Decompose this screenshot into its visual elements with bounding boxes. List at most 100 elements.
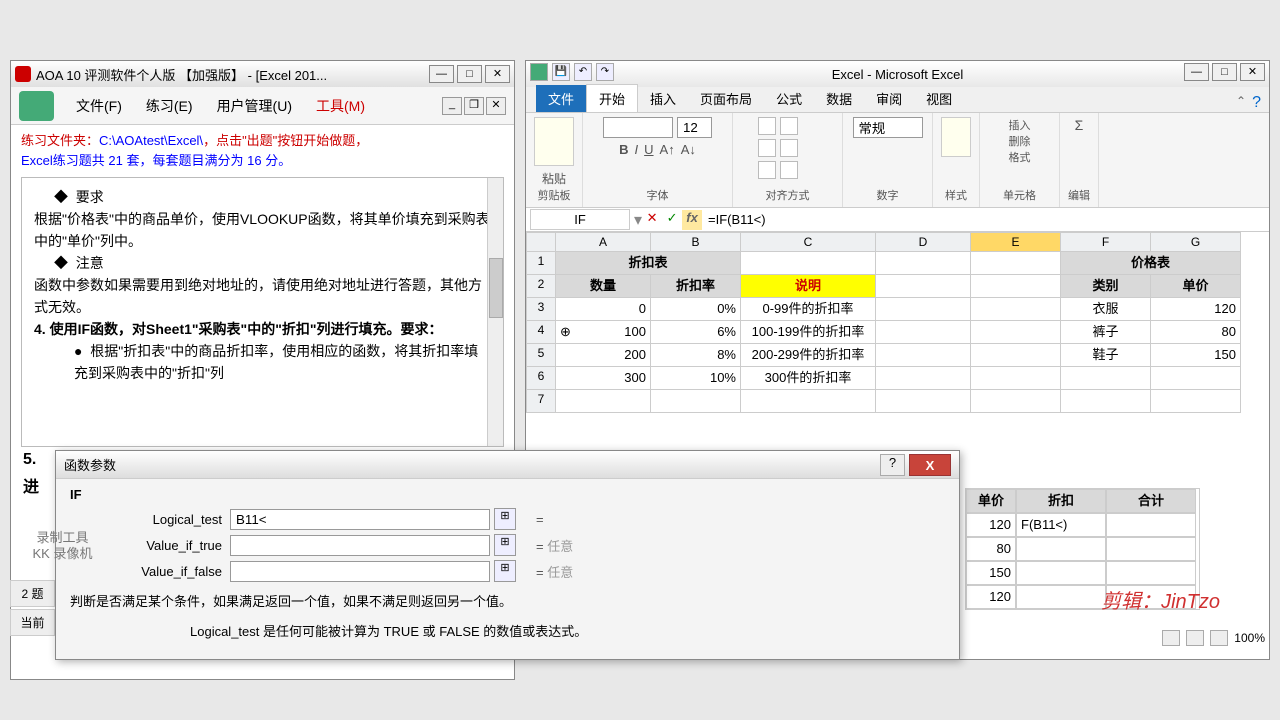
tab-data[interactable]: 数据 xyxy=(814,85,864,112)
name-box[interactable]: IF xyxy=(530,209,630,230)
cell-C3[interactable]: 0-99件的折扣率 xyxy=(741,298,876,321)
qat-save-icon[interactable]: 💾 xyxy=(552,63,570,81)
menu-file[interactable]: 文件(F) xyxy=(64,92,134,120)
side-tab-current[interactable]: 当前 xyxy=(10,609,55,636)
cell-C2[interactable]: 说明 xyxy=(741,275,876,298)
view-break-icon[interactable] xyxy=(1210,630,1228,646)
excel-close-button[interactable]: ✕ xyxy=(1240,63,1265,81)
dialog-close-button[interactable]: X xyxy=(909,454,951,476)
cell-B7[interactable] xyxy=(651,390,741,413)
lp-r2c1[interactable]: 80 xyxy=(966,537,1016,561)
tab-home[interactable]: 开始 xyxy=(586,84,638,112)
menu-user[interactable]: 用户管理(U) xyxy=(205,92,304,120)
aoa-close-button[interactable]: ✕ xyxy=(485,65,510,83)
row-2[interactable]: 2 xyxy=(526,275,556,298)
tab-layout[interactable]: 页面布局 xyxy=(688,85,764,112)
refedit-value-true[interactable]: ⊞ xyxy=(494,534,516,556)
cell-B5[interactable]: 8% xyxy=(651,344,741,367)
cell-D2[interactable] xyxy=(876,275,971,298)
view-layout-icon[interactable] xyxy=(1186,630,1204,646)
align-top-icon[interactable] xyxy=(758,117,776,135)
cell-F7[interactable] xyxy=(1061,390,1151,413)
col-G[interactable]: G xyxy=(1151,232,1241,252)
cell-E4[interactable] xyxy=(971,321,1061,344)
aoa-scrollbar[interactable] xyxy=(487,178,503,446)
cell-B4[interactable]: 6% xyxy=(651,321,741,344)
lp-r1c2[interactable]: F(B11<) xyxy=(1016,513,1106,537)
number-format-select[interactable] xyxy=(853,117,923,138)
side-tab-2[interactable]: 2 题 xyxy=(10,580,55,607)
aoa-maximize-button[interactable]: □ xyxy=(457,65,482,83)
row-3[interactable]: 3 xyxy=(526,298,556,321)
lp-r1c3[interactable] xyxy=(1106,513,1196,537)
formula-input[interactable] xyxy=(702,210,1269,229)
view-normal-icon[interactable] xyxy=(1162,630,1180,646)
cell-A2[interactable]: 数量 xyxy=(556,275,651,298)
cell-C4[interactable]: 100-199件的折扣率 xyxy=(741,321,876,344)
cell-E1[interactable] xyxy=(971,252,1061,275)
ribbon-minimize-icon[interactable]: ⌃ xyxy=(1236,94,1246,112)
tab-formula[interactable]: 公式 xyxy=(764,85,814,112)
row-7[interactable]: 7 xyxy=(526,390,556,413)
cell-D4[interactable] xyxy=(876,321,971,344)
cell-E2[interactable] xyxy=(971,275,1061,298)
input-logical-test[interactable] xyxy=(230,509,490,530)
aoa-child-restore[interactable]: ❐ xyxy=(464,97,484,115)
tab-insert[interactable]: 插入 xyxy=(638,85,688,112)
cells-delete[interactable]: 删除 xyxy=(1009,133,1031,149)
cell-G2[interactable]: 单价 xyxy=(1151,275,1241,298)
col-A[interactable]: A xyxy=(556,232,651,252)
cell-F5[interactable]: 鞋子 xyxy=(1061,344,1151,367)
col-C[interactable]: C xyxy=(741,232,876,252)
lp-r2c3[interactable] xyxy=(1106,537,1196,561)
lp-r3c1[interactable]: 150 xyxy=(966,561,1016,585)
excel-minimize-button[interactable]: — xyxy=(1184,63,1209,81)
cell-E6[interactable] xyxy=(971,367,1061,390)
styles-button[interactable] xyxy=(941,117,971,157)
cells-format[interactable]: 格式 xyxy=(1009,149,1031,165)
cell-E7[interactable] xyxy=(971,390,1061,413)
cell-D7[interactable] xyxy=(876,390,971,413)
col-F[interactable]: F xyxy=(1061,232,1151,252)
row-5[interactable]: 5 xyxy=(526,344,556,367)
paste-button[interactable] xyxy=(534,117,574,166)
aoa-child-minimize[interactable]: _ xyxy=(442,97,462,115)
input-value-false[interactable] xyxy=(230,561,490,582)
cell-C5[interactable]: 200-299件的折扣率 xyxy=(741,344,876,367)
aoa-minimize-button[interactable]: — xyxy=(429,65,454,83)
font-shrink-icon[interactable]: A↓ xyxy=(681,142,696,157)
cell-F4[interactable]: 裤子 xyxy=(1061,321,1151,344)
lp-h1[interactable]: 单价 xyxy=(966,489,1016,513)
cell-D6[interactable] xyxy=(876,367,971,390)
align-mid-icon[interactable] xyxy=(780,117,798,135)
cell-D5[interactable] xyxy=(876,344,971,367)
cell-G3[interactable]: 120 xyxy=(1151,298,1241,321)
lp-r3c3[interactable] xyxy=(1106,561,1196,585)
cells-insert[interactable]: 插入 xyxy=(1009,117,1031,133)
tab-review[interactable]: 审阅 xyxy=(864,85,914,112)
refedit-logical-test[interactable]: ⊞ xyxy=(494,508,516,530)
align-right-icon[interactable] xyxy=(780,161,798,179)
cell-E3[interactable] xyxy=(971,298,1061,321)
lp-r2c2[interactable] xyxy=(1016,537,1106,561)
dialog-help-button[interactable]: ? xyxy=(880,454,905,476)
input-value-true[interactable] xyxy=(230,535,490,556)
aoa-question-body[interactable]: ◆ 要求 根据"价格表"中的商品单价，使用VLOOKUP函数，将其单价填充到采购… xyxy=(21,177,504,447)
lp-r1c1[interactable]: 120 xyxy=(966,513,1016,537)
cell-F1[interactable]: 价格表 xyxy=(1061,252,1241,275)
align-center-icon[interactable] xyxy=(758,161,776,179)
aoa-scroll-thumb[interactable] xyxy=(489,258,503,318)
lp-r3c2[interactable] xyxy=(1016,561,1106,585)
cell-E5[interactable] xyxy=(971,344,1061,367)
menu-practice[interactable]: 练习(E) xyxy=(134,92,205,120)
zoom-level[interactable]: 100% xyxy=(1234,631,1265,645)
col-B[interactable]: B xyxy=(651,232,741,252)
cell-C1[interactable] xyxy=(741,252,876,275)
align-left-icon[interactable] xyxy=(780,139,798,157)
tab-file[interactable]: 文件 xyxy=(536,85,586,112)
col-D[interactable]: D xyxy=(876,232,971,252)
lp-r4c2[interactable] xyxy=(1016,585,1106,609)
excel-maximize-button[interactable]: □ xyxy=(1212,63,1237,81)
cell-A5[interactable]: 200 xyxy=(556,344,651,367)
cell-D3[interactable] xyxy=(876,298,971,321)
